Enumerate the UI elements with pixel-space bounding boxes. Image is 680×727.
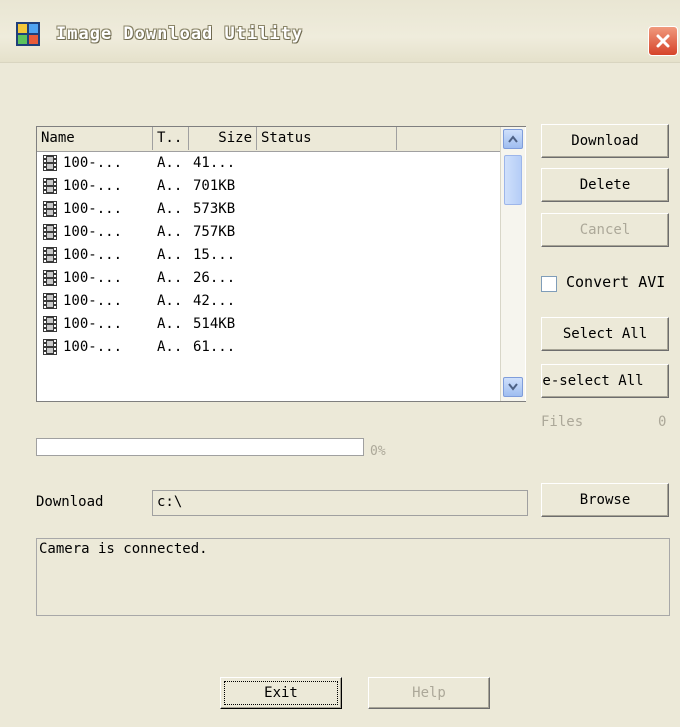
cell-type: A..: [157, 247, 183, 263]
progress-percent: 0%: [370, 444, 386, 459]
cell-size: 61...: [193, 339, 236, 355]
list-item[interactable]: 100-... A.. 514KB: [37, 314, 507, 334]
cell-name: 100-...: [63, 201, 123, 217]
column-header-type[interactable]: T..: [153, 127, 189, 150]
film-icon: [43, 201, 57, 217]
list-item[interactable]: 100-... A.. 42...: [37, 291, 507, 311]
cell-size: 26...: [193, 270, 236, 286]
delete-button[interactable]: Delete: [541, 168, 669, 202]
deselect-all-label: De-select All: [541, 373, 644, 389]
list-item[interactable]: 100-... A.. 757KB: [37, 222, 507, 242]
cell-type: A..: [157, 201, 183, 217]
cell-name: 100-...: [63, 224, 123, 240]
scroll-thumb[interactable]: [504, 155, 522, 205]
film-icon: [43, 293, 57, 309]
cell-type: A..: [157, 270, 183, 286]
cell-type: A..: [157, 316, 183, 332]
film-icon: [43, 178, 57, 194]
close-x-icon: [656, 34, 670, 48]
list-item[interactable]: 100-... A.. 701KB: [37, 176, 507, 196]
help-button[interactable]: Help: [368, 677, 490, 709]
cell-name: 100-...: [63, 178, 123, 194]
deselect-all-button[interactable]: De-select All: [541, 364, 669, 398]
film-icon: [43, 316, 57, 332]
column-header-status[interactable]: Status: [257, 127, 397, 150]
film-icon: [43, 224, 57, 240]
film-icon: [43, 155, 57, 171]
download-path-field[interactable]: c:\: [152, 490, 528, 516]
progress-bar: [36, 438, 364, 456]
list-item[interactable]: 100-... A.. 61...: [37, 337, 507, 357]
cell-name: 100-...: [63, 293, 123, 309]
cell-type: A..: [157, 339, 183, 355]
list-header: Name T.. Size Status: [37, 127, 507, 152]
download-path-label: Download: [36, 494, 104, 510]
film-icon: [43, 247, 57, 263]
list-scrollbar[interactable]: [500, 127, 525, 401]
cell-size: 514KB: [193, 316, 236, 332]
download-button[interactable]: Download: [541, 124, 669, 158]
cell-size: 42...: [193, 293, 236, 309]
film-icon: [43, 270, 57, 286]
cell-name: 100-...: [63, 316, 123, 332]
list-item[interactable]: 100-... A.. 15...: [37, 245, 507, 265]
app-icon: [16, 22, 40, 46]
list-item[interactable]: 100-... A.. 26...: [37, 268, 507, 288]
cell-size: 41...: [193, 155, 236, 171]
column-header-name[interactable]: Name: [37, 127, 153, 150]
files-label: Files: [541, 414, 584, 430]
list-item[interactable]: 100-... A.. 41...: [37, 153, 507, 173]
scroll-up-button[interactable]: [503, 129, 523, 149]
cell-name: 100-...: [63, 339, 123, 355]
window-title: Image Download Utility: [56, 24, 304, 44]
convert-avi-checkbox[interactable]: [541, 276, 557, 292]
chevron-up-icon: [508, 135, 518, 143]
cell-type: A..: [157, 224, 183, 240]
scroll-down-button[interactable]: [503, 377, 523, 397]
browse-button[interactable]: Browse: [541, 483, 669, 517]
cell-type: A..: [157, 178, 183, 194]
cancel-button[interactable]: Cancel: [541, 213, 669, 247]
film-icon: [43, 339, 57, 355]
cell-name: 100-...: [63, 270, 123, 286]
cell-size: 757KB: [193, 224, 236, 240]
cell-type: A..: [157, 155, 183, 171]
list-item[interactable]: 100-... A.. 573KB: [37, 199, 507, 219]
chevron-down-icon: [508, 383, 518, 391]
select-all-button[interactable]: Select All: [541, 317, 669, 351]
cell-size: 701KB: [193, 178, 236, 194]
close-button[interactable]: [648, 26, 678, 56]
cell-type: A..: [157, 293, 183, 309]
column-header-size[interactable]: Size: [189, 127, 257, 150]
cell-size: 573KB: [193, 201, 236, 217]
status-message-box: Camera is connected.: [36, 538, 670, 616]
cell-name: 100-...: [63, 247, 123, 263]
file-list[interactable]: Name T.. Size Status 100-... A.. 41... 100-…: [36, 126, 526, 402]
files-count: 0: [658, 414, 667, 430]
cell-name: 100-...: [63, 155, 123, 171]
status-message: Camera is connected.: [39, 541, 208, 557]
exit-button[interactable]: Exit: [220, 677, 342, 709]
convert-avi-label: Convert AVI: [566, 273, 666, 291]
cell-size: 15...: [193, 247, 236, 263]
